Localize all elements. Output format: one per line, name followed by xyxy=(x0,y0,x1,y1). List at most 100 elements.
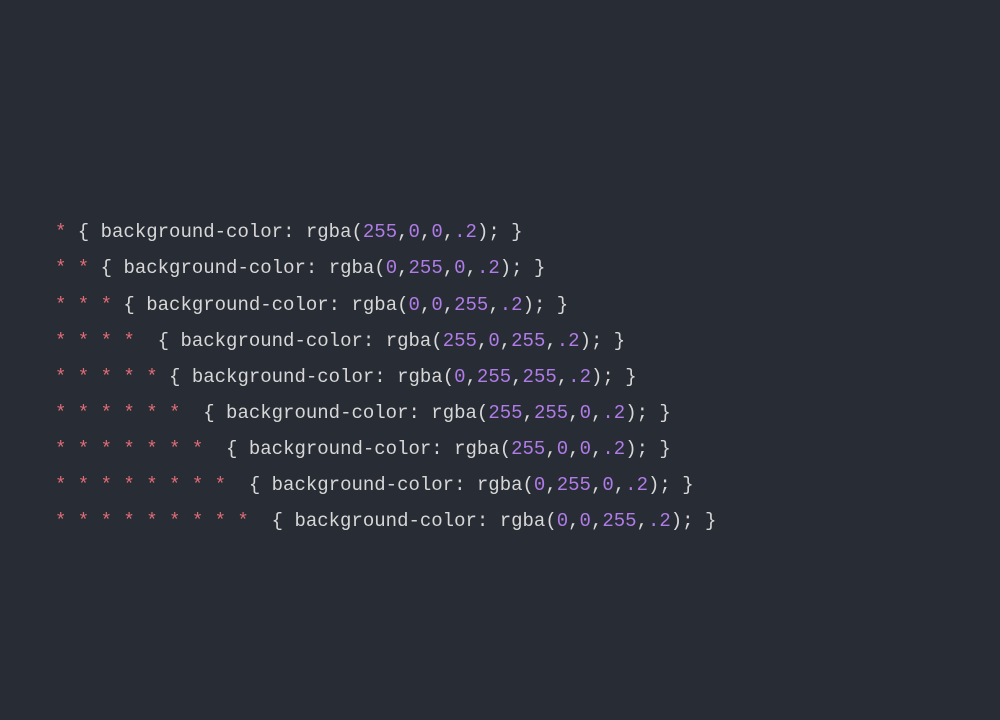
colon: : xyxy=(374,366,397,388)
paren-close: ); } xyxy=(477,221,523,243)
value-r: 255 xyxy=(363,221,397,243)
colon: : xyxy=(306,257,329,279)
value-g: 0 xyxy=(488,330,499,352)
paren-open: ( xyxy=(523,474,534,496)
value-b: 0 xyxy=(431,221,442,243)
comma: , xyxy=(591,438,602,460)
value-g: 0 xyxy=(580,510,591,532)
paren-open: ( xyxy=(397,294,408,316)
value-a: .2 xyxy=(568,366,591,388)
code-line: * * * * * * { background-color: rgba(255… xyxy=(55,395,945,431)
value-b: 255 xyxy=(454,294,488,316)
comma: , xyxy=(591,402,602,424)
comma: , xyxy=(568,438,579,460)
css-selector: * * * * * xyxy=(55,366,158,388)
paren-close: ); } xyxy=(648,474,694,496)
paren-close: ); } xyxy=(591,366,637,388)
value-a: .2 xyxy=(602,438,625,460)
value-a: .2 xyxy=(557,330,580,352)
value-a: .2 xyxy=(602,402,625,424)
brace-open: { xyxy=(237,474,271,496)
css-func: rgba xyxy=(431,402,477,424)
value-r: 0 xyxy=(386,257,397,279)
value-a: .2 xyxy=(477,257,500,279)
code-line: * * * * * * * * * { background-color: rg… xyxy=(55,503,945,539)
css-selector: * * * * * * * xyxy=(55,438,215,460)
comma: , xyxy=(523,402,534,424)
code-line: * * * * { background-color: rgba(255,0,2… xyxy=(55,323,945,359)
value-r: 255 xyxy=(511,438,545,460)
comma: , xyxy=(397,257,408,279)
paren-open: ( xyxy=(351,221,362,243)
paren-open: ( xyxy=(431,330,442,352)
css-selector: * * * * * * * * xyxy=(55,474,237,496)
comma: , xyxy=(443,294,454,316)
comma: , xyxy=(568,402,579,424)
code-line: * * * * * { background-color: rgba(0,255… xyxy=(55,359,945,395)
value-b: 0 xyxy=(580,402,591,424)
paren-open: ( xyxy=(443,366,454,388)
value-b: 0 xyxy=(454,257,465,279)
code-line: * { background-color: rgba(255,0,0,.2); … xyxy=(55,214,945,250)
css-property: background-color xyxy=(226,402,408,424)
comma: , xyxy=(420,294,431,316)
css-property: background-color xyxy=(294,510,476,532)
value-b: 255 xyxy=(523,366,557,388)
comma: , xyxy=(420,221,431,243)
comma: , xyxy=(466,366,477,388)
css-property: background-color xyxy=(180,330,362,352)
comma: , xyxy=(466,257,477,279)
value-r: 0 xyxy=(557,510,568,532)
css-selector: * xyxy=(55,221,66,243)
css-selector: * * * * * * * * * xyxy=(55,510,260,532)
css-property: background-color xyxy=(146,294,328,316)
paren-close: ); } xyxy=(500,257,546,279)
value-r: 0 xyxy=(454,366,465,388)
css-selector: * * xyxy=(55,257,89,279)
brace-open: { xyxy=(146,330,180,352)
comma: , xyxy=(545,330,556,352)
css-func: rgba xyxy=(500,510,546,532)
value-b: 0 xyxy=(602,474,613,496)
value-a: .2 xyxy=(625,474,648,496)
paren-open: ( xyxy=(477,402,488,424)
comma: , xyxy=(443,257,454,279)
css-func: rgba xyxy=(329,257,375,279)
code-snippet: * { background-color: rgba(255,0,0,.2); … xyxy=(55,214,945,539)
paren-close: ); } xyxy=(671,510,717,532)
colon: : xyxy=(363,330,386,352)
css-selector: * * * * xyxy=(55,330,146,352)
brace-open: { xyxy=(112,294,146,316)
value-b: 255 xyxy=(602,510,636,532)
colon: : xyxy=(454,474,477,496)
colon: : xyxy=(477,510,500,532)
value-g: 0 xyxy=(409,221,420,243)
css-property: background-color xyxy=(101,221,283,243)
css-property: background-color xyxy=(272,474,454,496)
paren-close: ); } xyxy=(523,294,569,316)
paren-open: ( xyxy=(374,257,385,279)
brace-open: { xyxy=(66,221,100,243)
comma: , xyxy=(568,510,579,532)
value-r: 255 xyxy=(443,330,477,352)
comma: , xyxy=(545,438,556,460)
value-g: 255 xyxy=(534,402,568,424)
value-a: .2 xyxy=(648,510,671,532)
css-property: background-color xyxy=(123,257,305,279)
value-a: .2 xyxy=(454,221,477,243)
css-property: background-color xyxy=(249,438,431,460)
css-selector: * * * xyxy=(55,294,112,316)
value-a: .2 xyxy=(500,294,523,316)
brace-open: { xyxy=(260,510,294,532)
comma: , xyxy=(443,221,454,243)
paren-close: ); } xyxy=(580,330,626,352)
comma: , xyxy=(488,294,499,316)
css-func: rgba xyxy=(351,294,397,316)
brace-open: { xyxy=(192,402,226,424)
css-func: rgba xyxy=(306,221,352,243)
colon: : xyxy=(283,221,306,243)
paren-open: ( xyxy=(500,438,511,460)
comma: , xyxy=(591,474,602,496)
colon: : xyxy=(329,294,352,316)
brace-open: { xyxy=(158,366,192,388)
